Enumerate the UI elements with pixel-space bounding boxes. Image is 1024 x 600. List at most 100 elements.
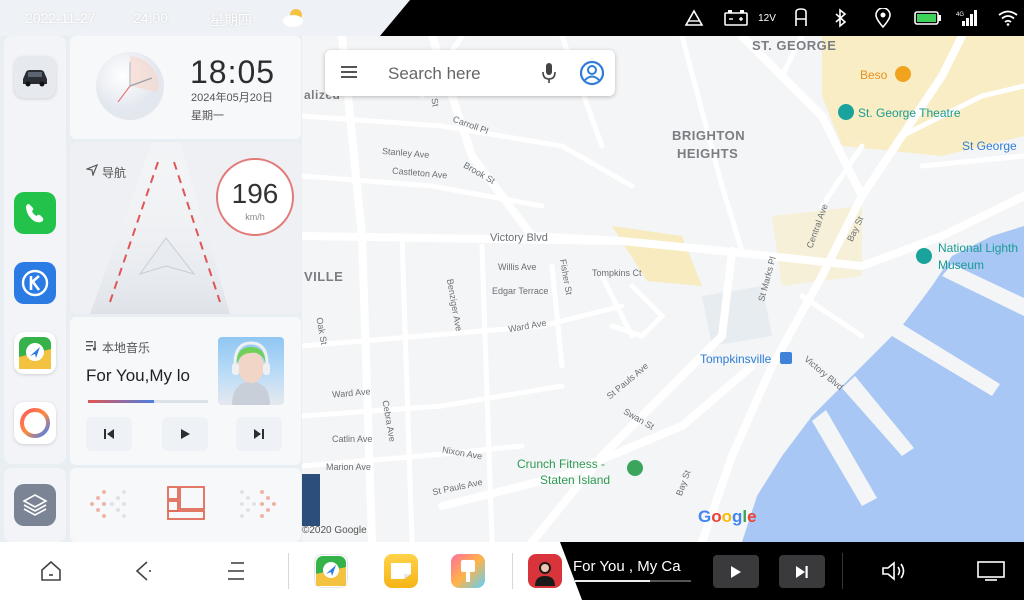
- playlist-icon: [86, 341, 97, 351]
- bottom-play-button[interactable]: [713, 555, 759, 588]
- quick-control-widget[interactable]: [70, 468, 301, 542]
- menu-icon: [228, 562, 244, 580]
- split-screen-icon: [167, 486, 205, 520]
- battery-icon: [914, 11, 941, 25]
- map-label-st-george-theatre[interactable]: St. George Theatre: [858, 106, 961, 120]
- paint-app-icon: [461, 560, 475, 582]
- partly-cloudy-icon: [283, 9, 303, 27]
- music-avatar-button[interactable]: [528, 554, 562, 588]
- app-dock: [4, 36, 66, 542]
- kuwo-music-icon: [21, 269, 49, 297]
- speedometer: 196 km/h: [216, 158, 294, 236]
- map-label-crunch-2[interactable]: Staten Island: [540, 473, 610, 487]
- album-art-portrait: [232, 341, 270, 405]
- next-icon: [254, 429, 264, 439]
- notes-app-button[interactable]: [384, 554, 418, 588]
- bottom-next-button[interactable]: [779, 555, 825, 588]
- account-icon[interactable]: [579, 60, 605, 86]
- map-label-beso[interactable]: Beso: [860, 68, 887, 82]
- widget-clock-weekday: 星期一: [191, 110, 224, 122]
- previous-track-button[interactable]: [86, 417, 132, 451]
- back-icon: [135, 561, 151, 581]
- map-search-box[interactable]: Search here: [325, 50, 615, 96]
- left-arrows-icon: [90, 490, 126, 518]
- notes-app-icon: [391, 563, 411, 579]
- volume-button[interactable]: [877, 555, 909, 587]
- kuwo-music-app-button[interactable]: [14, 262, 56, 304]
- music-widget[interactable]: 本地音乐 For You,My lo: [70, 317, 301, 465]
- voice-assistant-app-button[interactable]: [14, 402, 56, 444]
- navigation-map-icon: [19, 337, 51, 369]
- clock-widget[interactable]: 18:05 2024年05月20日 星期一: [70, 36, 301, 139]
- map-view[interactable]: ST. GEORGE Beso St. George Theatre St Ge…: [302, 36, 1024, 542]
- voice-assistant-icon: [20, 408, 50, 438]
- map-label-crunch-1[interactable]: Crunch Fitness -: [517, 457, 605, 471]
- navigation-arrow-icon: [86, 164, 98, 176]
- split-screen-button[interactable]: [164, 483, 206, 523]
- map-label-brighton: BRIGHTON: [672, 128, 746, 143]
- map-label-marion-ave: Marion Ave: [326, 462, 371, 472]
- album-art[interactable]: [218, 337, 284, 405]
- car-app-button[interactable]: [14, 56, 56, 98]
- status-time: 24:00: [133, 10, 169, 26]
- maps-app-button[interactable]: [314, 554, 348, 588]
- back-button[interactable]: [128, 555, 160, 587]
- map-label-lighthouse-1[interactable]: National Lighth: [938, 241, 1018, 255]
- google-logo: Google: [698, 507, 757, 526]
- map-label-st-george-ferry[interactable]: St George: [962, 139, 1017, 153]
- home-button[interactable]: [35, 555, 67, 587]
- map-label-catlin-ave: Catlin Ave: [332, 434, 373, 444]
- status-weekday: 星期四: [210, 12, 252, 28]
- next-icon: [796, 565, 808, 578]
- voltage-label: 12V: [758, 12, 776, 24]
- music-avatar-icon: [535, 562, 555, 586]
- play-icon: [731, 565, 741, 578]
- widget-clock-time: 18:05: [190, 54, 276, 90]
- music-progress-bar[interactable]: [88, 400, 208, 403]
- speed-value: 196: [231, 178, 279, 209]
- dock-panel: [4, 36, 66, 464]
- phone-app-button[interactable]: [14, 192, 56, 234]
- map-label-tompkinsville[interactable]: Tompkinsville: [700, 352, 771, 366]
- volume-icon: [882, 561, 905, 581]
- microphone-icon[interactable]: [541, 61, 557, 85]
- warning-triangle-icon: [685, 9, 703, 26]
- phone-icon: [26, 204, 44, 223]
- search-input[interactable]: Search here: [388, 64, 481, 84]
- bottom-divider: [288, 553, 289, 589]
- paint-app-button[interactable]: [451, 554, 485, 588]
- status-bar-left: 2022-11-27 24:00 星期四: [0, 0, 410, 36]
- maps-app-icon: [316, 556, 346, 586]
- analog-clock-icon: [96, 52, 164, 120]
- wifi-icon: [998, 10, 1018, 26]
- music-progress-fill: [88, 400, 154, 403]
- location-icon: [875, 8, 891, 28]
- map-label-victory-blvd: Victory Blvd: [490, 232, 548, 244]
- signal-4g-icon: 4G: [956, 10, 977, 26]
- hamburger-menu-icon[interactable]: [341, 64, 357, 80]
- previous-icon: [104, 429, 114, 439]
- menu-button[interactable]: [220, 555, 252, 587]
- nav-widget-label: 导航: [102, 166, 127, 180]
- status-date: 2022-11-27: [25, 10, 96, 26]
- next-track-button[interactable]: [236, 417, 282, 451]
- map-label-heights: HEIGHTS: [677, 146, 739, 161]
- navigation-widget[interactable]: 导航 196 km/h: [70, 142, 301, 314]
- map-label-edgar-terrace: Edgar Terrace: [492, 286, 549, 296]
- music-source-label: 本地音乐: [102, 341, 151, 355]
- music-track-title: For You,My lo: [86, 366, 190, 385]
- map-label-willis-ave: Willis Ave: [498, 262, 537, 272]
- navigation-map-app-button[interactable]: [14, 332, 56, 374]
- map-copyright: ©2020 Google: [302, 525, 367, 536]
- layers-button[interactable]: [14, 484, 56, 526]
- bottom-bar: [0, 542, 600, 600]
- screen-button[interactable]: [975, 555, 1007, 587]
- screen-icon: [977, 561, 1005, 581]
- now-playing-progress[interactable]: [575, 580, 691, 582]
- map-label-st-george: ST. GEORGE: [752, 38, 837, 53]
- play-button[interactable]: [162, 417, 208, 451]
- right-arrows-icon: [240, 490, 276, 518]
- map-label-lighthouse-2[interactable]: Museum: [938, 258, 984, 272]
- bluetooth-icon: [835, 8, 847, 28]
- svg-text:4G: 4G: [956, 12, 964, 18]
